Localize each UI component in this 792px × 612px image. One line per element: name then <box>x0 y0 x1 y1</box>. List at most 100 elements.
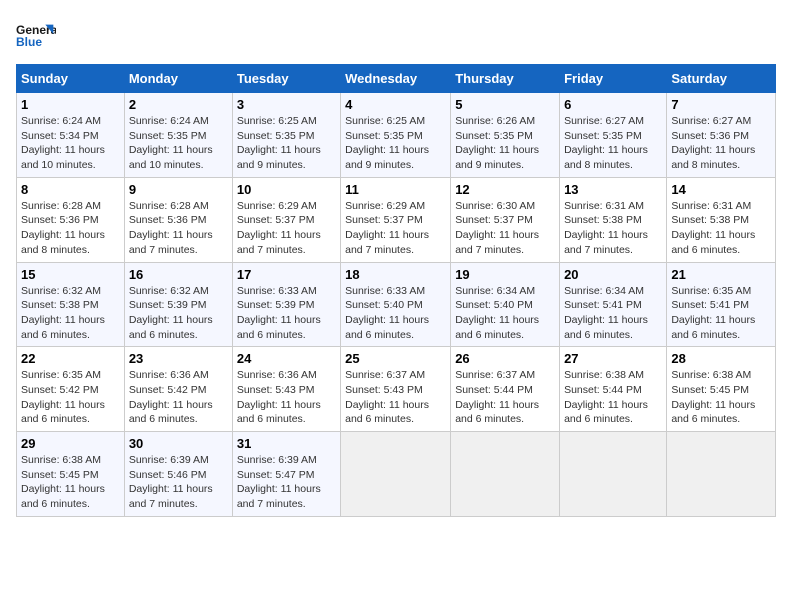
day-number: 1 <box>21 97 120 112</box>
calendar-cell: 21Sunrise: 6:35 AM Sunset: 5:41 PM Dayli… <box>667 262 776 347</box>
day-number: 5 <box>455 97 555 112</box>
header-row: SundayMondayTuesdayWednesdayThursdayFrid… <box>17 65 776 93</box>
calendar-cell: 22 Sunrise: 6:35 AM Sunset: 5:42 PM Dayli… <box>17 347 125 432</box>
day-number: 17 <box>237 267 336 282</box>
day-info: Sunrise: 6:26 AM Sunset: 5:35 PM Dayligh… <box>455 114 555 173</box>
day-number: 4 <box>345 97 446 112</box>
day-number: 20 <box>564 267 662 282</box>
calendar-cell: 7 Sunrise: 6:27 AM Sunset: 5:36 PM Daylig… <box>667 93 776 178</box>
calendar-cell: 17 Sunrise: 6:33 AM Sunset: 5:39 PM Dayli… <box>232 262 340 347</box>
day-info: Sunrise: 6:36 AM Sunset: 5:43 PM Dayligh… <box>237 368 336 427</box>
calendar-cell: 30 Sunrise: 6:39 AM Sunset: 5:46 PM Dayli… <box>124 432 232 517</box>
day-info: Sunrise: 6:27 AM Sunset: 5:36 PM Dayligh… <box>671 114 771 173</box>
day-info: Sunrise: 6:27 AM Sunset: 5:35 PM Dayligh… <box>564 114 662 173</box>
day-info: Sunrise: 6:31 AM Sunset: 5:38 PM Dayligh… <box>564 199 662 258</box>
day-info: Sunrise: 6:32 AM Sunset: 5:38 PM Dayligh… <box>21 284 120 343</box>
calendar-cell: 8 Sunrise: 6:28 AM Sunset: 5:36 PM Daylig… <box>17 177 125 262</box>
day-number: 26 <box>455 351 555 366</box>
day-number: 10 <box>237 182 336 197</box>
calendar-cell: 2 Sunrise: 6:24 AM Sunset: 5:35 PM Daylig… <box>124 93 232 178</box>
calendar-cell: 1 Sunrise: 6:24 AM Sunset: 5:34 PM Daylig… <box>17 93 125 178</box>
day-number: 16 <box>129 267 228 282</box>
day-info: Sunrise: 6:37 AM Sunset: 5:43 PM Dayligh… <box>345 368 446 427</box>
day-number: 21 <box>671 267 771 282</box>
day-number: 22 <box>21 351 120 366</box>
day-number: 25 <box>345 351 446 366</box>
calendar-cell: 11 Sunrise: 6:29 AM Sunset: 5:37 PM Dayli… <box>341 177 451 262</box>
calendar-cell: 5 Sunrise: 6:26 AM Sunset: 5:35 PM Daylig… <box>451 93 560 178</box>
column-header-monday: Monday <box>124 65 232 93</box>
day-info: Sunrise: 6:33 AM Sunset: 5:39 PM Dayligh… <box>237 284 336 343</box>
column-header-wednesday: Wednesday <box>341 65 451 93</box>
day-info: Sunrise: 6:28 AM Sunset: 5:36 PM Dayligh… <box>129 199 228 258</box>
day-info: Sunrise: 6:30 AM Sunset: 5:37 PM Dayligh… <box>455 199 555 258</box>
day-info: Sunrise: 6:34 AM Sunset: 5:41 PM Dayligh… <box>564 284 662 343</box>
calendar-cell: 6 Sunrise: 6:27 AM Sunset: 5:35 PM Daylig… <box>560 93 667 178</box>
calendar-cell: 14 Sunrise: 6:31 AM Sunset: 5:38 PM Dayli… <box>667 177 776 262</box>
calendar-week-3: 15Sunrise: 6:32 AM Sunset: 5:38 PM Dayli… <box>17 262 776 347</box>
day-info: Sunrise: 6:36 AM Sunset: 5:42 PM Dayligh… <box>129 368 228 427</box>
day-number: 8 <box>21 182 120 197</box>
calendar-cell: 16 Sunrise: 6:32 AM Sunset: 5:39 PM Dayli… <box>124 262 232 347</box>
calendar-cell: 3 Sunrise: 6:25 AM Sunset: 5:35 PM Daylig… <box>232 93 340 178</box>
calendar-week-5: 29 Sunrise: 6:38 AM Sunset: 5:45 PM Dayli… <box>17 432 776 517</box>
day-info: Sunrise: 6:37 AM Sunset: 5:44 PM Dayligh… <box>455 368 555 427</box>
calendar-cell: 19Sunrise: 6:34 AM Sunset: 5:40 PM Dayli… <box>451 262 560 347</box>
day-info: Sunrise: 6:29 AM Sunset: 5:37 PM Dayligh… <box>345 199 446 258</box>
day-number: 7 <box>671 97 771 112</box>
day-info: Sunrise: 6:33 AM Sunset: 5:40 PM Dayligh… <box>345 284 446 343</box>
calendar-week-4: 22 Sunrise: 6:35 AM Sunset: 5:42 PM Dayli… <box>17 347 776 432</box>
calendar-cell: 18Sunrise: 6:33 AM Sunset: 5:40 PM Dayli… <box>341 262 451 347</box>
day-info: Sunrise: 6:39 AM Sunset: 5:47 PM Dayligh… <box>237 453 336 512</box>
calendar-cell <box>560 432 667 517</box>
calendar-cell <box>667 432 776 517</box>
day-number: 6 <box>564 97 662 112</box>
logo: General Blue <box>16 16 56 56</box>
day-info: Sunrise: 6:24 AM Sunset: 5:35 PM Dayligh… <box>129 114 228 173</box>
day-number: 24 <box>237 351 336 366</box>
day-number: 9 <box>129 182 228 197</box>
day-number: 19 <box>455 267 555 282</box>
day-info: Sunrise: 6:24 AM Sunset: 5:34 PM Dayligh… <box>21 114 120 173</box>
calendar-table: SundayMondayTuesdayWednesdayThursdayFrid… <box>16 64 776 517</box>
day-number: 29 <box>21 436 120 451</box>
calendar-cell: 26 Sunrise: 6:37 AM Sunset: 5:44 PM Dayli… <box>451 347 560 432</box>
day-number: 3 <box>237 97 336 112</box>
day-number: 2 <box>129 97 228 112</box>
day-number: 27 <box>564 351 662 366</box>
column-header-friday: Friday <box>560 65 667 93</box>
day-number: 11 <box>345 182 446 197</box>
day-info: Sunrise: 6:38 AM Sunset: 5:45 PM Dayligh… <box>671 368 771 427</box>
svg-text:Blue: Blue <box>16 35 42 49</box>
calendar-week-1: 1 Sunrise: 6:24 AM Sunset: 5:34 PM Daylig… <box>17 93 776 178</box>
calendar-cell: 13 Sunrise: 6:31 AM Sunset: 5:38 PM Dayli… <box>560 177 667 262</box>
day-info: Sunrise: 6:35 AM Sunset: 5:42 PM Dayligh… <box>21 368 120 427</box>
calendar-cell: 15Sunrise: 6:32 AM Sunset: 5:38 PM Dayli… <box>17 262 125 347</box>
day-info: Sunrise: 6:31 AM Sunset: 5:38 PM Dayligh… <box>671 199 771 258</box>
day-info: Sunrise: 6:38 AM Sunset: 5:45 PM Dayligh… <box>21 453 120 512</box>
day-info: Sunrise: 6:25 AM Sunset: 5:35 PM Dayligh… <box>345 114 446 173</box>
day-number: 14 <box>671 182 771 197</box>
calendar-cell: 25 Sunrise: 6:37 AM Sunset: 5:43 PM Dayli… <box>341 347 451 432</box>
page-header: General Blue <box>16 16 776 56</box>
calendar-cell: 10 Sunrise: 6:29 AM Sunset: 5:37 PM Dayli… <box>232 177 340 262</box>
day-number: 31 <box>237 436 336 451</box>
column-header-tuesday: Tuesday <box>232 65 340 93</box>
day-info: Sunrise: 6:38 AM Sunset: 5:44 PM Dayligh… <box>564 368 662 427</box>
calendar-cell: 23Sunrise: 6:36 AM Sunset: 5:42 PM Dayli… <box>124 347 232 432</box>
day-info: Sunrise: 6:29 AM Sunset: 5:37 PM Dayligh… <box>237 199 336 258</box>
calendar-cell: 24 Sunrise: 6:36 AM Sunset: 5:43 PM Dayli… <box>232 347 340 432</box>
day-info: Sunrise: 6:32 AM Sunset: 5:39 PM Dayligh… <box>129 284 228 343</box>
calendar-cell: 12Sunrise: 6:30 AM Sunset: 5:37 PM Dayli… <box>451 177 560 262</box>
day-info: Sunrise: 6:39 AM Sunset: 5:46 PM Dayligh… <box>129 453 228 512</box>
day-number: 13 <box>564 182 662 197</box>
calendar-cell: 28Sunrise: 6:38 AM Sunset: 5:45 PM Dayli… <box>667 347 776 432</box>
calendar-cell: 31 Sunrise: 6:39 AM Sunset: 5:47 PM Dayli… <box>232 432 340 517</box>
day-info: Sunrise: 6:25 AM Sunset: 5:35 PM Dayligh… <box>237 114 336 173</box>
column-header-thursday: Thursday <box>451 65 560 93</box>
day-number: 30 <box>129 436 228 451</box>
column-header-saturday: Saturday <box>667 65 776 93</box>
calendar-cell: 4 Sunrise: 6:25 AM Sunset: 5:35 PM Daylig… <box>341 93 451 178</box>
calendar-cell <box>341 432 451 517</box>
day-info: Sunrise: 6:28 AM Sunset: 5:36 PM Dayligh… <box>21 199 120 258</box>
